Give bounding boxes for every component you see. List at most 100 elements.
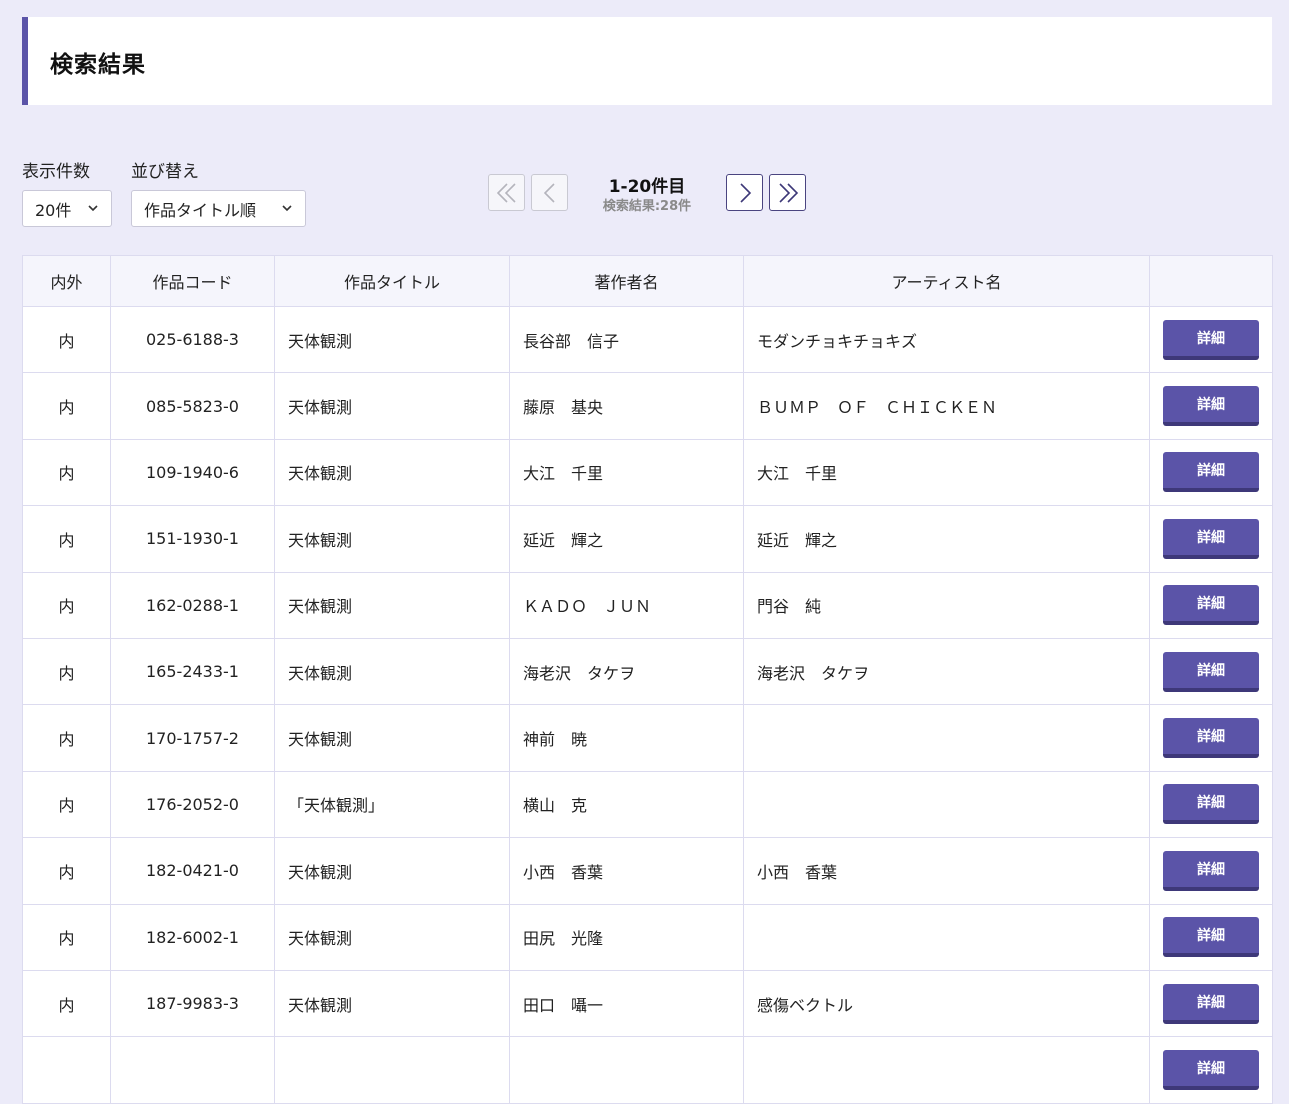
detail-button[interactable]: 詳細 [1163, 386, 1259, 427]
cell-title: 天体観測 [274, 969, 510, 1038]
detail-button[interactable]: 詳細 [1163, 319, 1259, 360]
total-results: 検索結果:28件 [602, 199, 692, 214]
cell-inout: 内 [22, 770, 111, 839]
cell-action: 詳細 [1149, 571, 1273, 639]
cell-action: 詳細 [1149, 637, 1273, 706]
sort-select[interactable]: 作品タイトル順 [131, 190, 306, 227]
cell-artist: 門谷 純 [743, 571, 1150, 639]
cell-action: 詳細 [1149, 372, 1273, 440]
table-row: 内 151-1930-1 天体観測 延近 輝之 延近 輝之 詳細 [22, 505, 1273, 573]
cell-inout: 内 [22, 704, 111, 772]
table-body: 内 025-6188-3 天体観測 長谷部 信子 モダンチョキチョキズ 詳細内 085-58… [22, 305, 1273, 1104]
cell-code: 085-5823-0 [110, 372, 275, 440]
cell-inout: 内 [22, 505, 111, 573]
cell-title [274, 1036, 510, 1104]
cell-title: 天体観測 [274, 837, 510, 905]
cell-inout: 内 [22, 637, 111, 706]
cell-artist: 感傷ベクトル [743, 969, 1150, 1038]
cell-author: 田尻 光隆 [509, 903, 744, 971]
cell-inout: 内 [22, 571, 111, 639]
header-code: 作品コード [110, 255, 275, 307]
display-count-label: 表示件数 [22, 162, 90, 182]
table-row: 内 025-6188-3 天体観測 長谷部 信子 モダンチョキチョキズ 詳細 [22, 305, 1273, 374]
table-row: 内 162-0288-1 天体観測 ＫＡＤＯ ＪＵＮ 門谷 純詳細 [22, 571, 1273, 639]
cell-action: 詳細 [1149, 305, 1273, 374]
next-page-button[interactable] [726, 174, 763, 211]
detail-button[interactable]: 詳細 [1163, 1049, 1259, 1090]
cell-author: 延近 輝之 [509, 505, 744, 573]
cell-artist [743, 903, 1150, 971]
sort-value: 作品タイトル順 [144, 200, 257, 220]
cell-code [110, 1036, 275, 1104]
sort-label: 並び替え [131, 162, 199, 182]
cell-author: 横山 克 [509, 770, 744, 839]
cell-code: 151-1930-1 [110, 505, 275, 573]
table-row: 内 182-6002-1 天体観測 田尻 光隆 詳細 [22, 903, 1273, 971]
cell-code: 182-6002-1 [110, 903, 275, 971]
header-inout: 内外 [22, 255, 111, 307]
display-count-value: 20件 [35, 200, 72, 220]
detail-button[interactable]: 詳細 [1163, 850, 1259, 891]
cell-artist: ＢＵＭＰ ＯＦ ＣＨＩＣＫＥＮ [743, 372, 1150, 440]
cell-author: 長谷部 信子 [509, 305, 744, 374]
prev-page-button[interactable] [531, 174, 568, 211]
cell-author: 小西 香葉 [509, 837, 744, 905]
table-row: 内 187-9983-3 天体観測 田口 囁一 感傷ベクトル 詳細 [22, 969, 1273, 1038]
cell-inout: 内 [22, 837, 111, 905]
display-count-select[interactable]: 20件 [22, 190, 112, 227]
chevron-left-icon [543, 182, 555, 203]
cell-code: 176-2052-0 [110, 770, 275, 839]
detail-button[interactable]: 詳細 [1163, 917, 1259, 958]
detail-button[interactable]: 詳細 [1163, 983, 1259, 1024]
cell-action: 詳細 [1149, 505, 1273, 573]
cell-title: 天体観測 [274, 637, 510, 706]
cell-action: 詳細 [1149, 438, 1273, 507]
detail-button[interactable]: 詳細 [1163, 585, 1259, 626]
cell-code: 025-6188-3 [110, 305, 275, 374]
cell-author: 海老沢 タケヲ [509, 637, 744, 706]
detail-button[interactable]: 詳細 [1163, 452, 1259, 493]
detail-button[interactable]: 詳細 [1163, 518, 1259, 559]
first-page-button[interactable] [488, 174, 525, 211]
page-header: 検索結果 [22, 17, 1272, 105]
cell-action: 詳細 [1149, 770, 1273, 839]
cell-inout: 内 [22, 969, 111, 1038]
table-row: 内 182-0421-0 天体観測 小西 香葉 小西 香葉 詳細 [22, 837, 1273, 905]
cell-code: 170-1757-2 [110, 704, 275, 772]
cell-artist: モダンチョキチョキズ [743, 305, 1150, 374]
cell-artist: 海老沢 タケヲ [743, 637, 1150, 706]
header-artist: アーティスト名 [743, 255, 1150, 307]
cell-title: 天体観測 [274, 571, 510, 639]
table-header-row: 内外 作品コード 作品タイトル 著作者名 アーティスト名 [22, 255, 1273, 307]
detail-button[interactable]: 詳細 [1163, 784, 1259, 825]
cell-title: 天体観測 [274, 505, 510, 573]
results-table: 内外 作品コード 作品タイトル 著作者名 アーティスト名 内 025-6188-3… [22, 255, 1273, 1104]
cell-title: 天体観測 [274, 704, 510, 772]
cell-inout: 内 [22, 305, 111, 374]
last-page-button[interactable] [769, 174, 806, 211]
cell-code: 182-0421-0 [110, 837, 275, 905]
cell-artist [743, 1036, 1150, 1104]
detail-button[interactable]: 詳細 [1163, 718, 1259, 759]
cell-artist: 小西 香葉 [743, 837, 1150, 905]
cell-code: 162-0288-1 [110, 571, 275, 639]
cell-inout: 内 [22, 438, 111, 507]
cell-code: 109-1940-6 [110, 438, 275, 507]
cell-author: 神前 暁 [509, 704, 744, 772]
double-chevron-left-icon [496, 182, 516, 203]
detail-button[interactable]: 詳細 [1163, 651, 1259, 692]
cell-author [509, 1036, 744, 1104]
header-author: 著作者名 [509, 255, 744, 307]
chevron-down-icon [282, 205, 292, 212]
table-row: 詳細 [22, 1036, 1273, 1104]
cell-title: 「天体観測」 [274, 770, 510, 839]
cell-title: 天体観測 [274, 305, 510, 374]
cell-action: 詳細 [1149, 1036, 1273, 1104]
cell-author: ＫＡＤＯ ＪＵＮ [509, 571, 744, 639]
cell-action: 詳細 [1149, 837, 1273, 905]
cell-inout: 内 [22, 903, 111, 971]
cell-code: 187-9983-3 [110, 969, 275, 1038]
cell-artist [743, 770, 1150, 839]
header-action [1149, 255, 1273, 307]
table-row: 内 176-2052-0 「天体観測」 横山 克 詳細 [22, 770, 1273, 839]
